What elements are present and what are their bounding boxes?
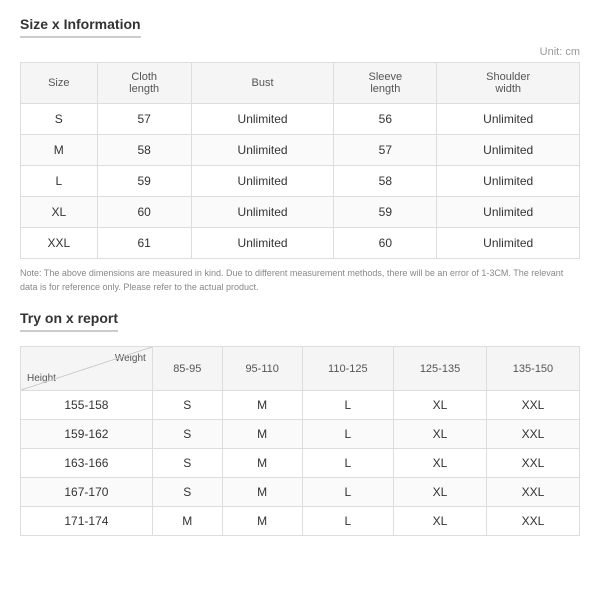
size-cell: L xyxy=(302,449,393,478)
height-cell: 163-166 xyxy=(21,449,153,478)
col-cloth-length: Clothlength xyxy=(97,63,191,104)
table-cell: M xyxy=(21,135,98,166)
table-cell: 61 xyxy=(97,228,191,259)
weight-col-5: 135-150 xyxy=(486,347,579,391)
table-cell: 58 xyxy=(97,135,191,166)
size-cell: XXL xyxy=(486,507,579,536)
corner-header: Weight Height xyxy=(21,347,153,391)
size-note: Note: The above dimensions are measured … xyxy=(20,267,580,294)
table-cell: L xyxy=(21,166,98,197)
table-cell: Unlimited xyxy=(437,228,580,259)
table-cell: 56 xyxy=(334,104,437,135)
main-container: Size x Information Unit: cm Size Clothle… xyxy=(0,0,600,558)
table-row: 163-166SMLXLXXL xyxy=(21,449,580,478)
table-cell: Unlimited xyxy=(437,104,580,135)
table-cell: XXL xyxy=(21,228,98,259)
size-cell: XXL xyxy=(486,449,579,478)
weight-col-1: 85-95 xyxy=(152,347,222,391)
size-cell: M xyxy=(152,507,222,536)
col-shoulder-width: Shoulderwidth xyxy=(437,63,580,104)
table-row: 159-162SMLXLXXL xyxy=(21,420,580,449)
size-cell: XXL xyxy=(486,420,579,449)
unit-label: Unit: cm xyxy=(20,46,580,58)
size-cell: XL xyxy=(394,449,487,478)
size-table: Size Clothlength Bust Sleevelength Shoul… xyxy=(20,62,580,259)
size-cell: M xyxy=(222,507,302,536)
size-cell: S xyxy=(152,391,222,420)
table-row: L59Unlimited58Unlimited xyxy=(21,166,580,197)
table-cell: 57 xyxy=(334,135,437,166)
size-cell: S xyxy=(152,420,222,449)
table-cell: S xyxy=(21,104,98,135)
size-cell: XL xyxy=(394,507,487,536)
table-row: S57Unlimited56Unlimited xyxy=(21,104,580,135)
weight-col-3: 110-125 xyxy=(302,347,393,391)
size-cell: M xyxy=(222,478,302,507)
height-cell: 167-170 xyxy=(21,478,153,507)
try-on-title: Try on x report xyxy=(20,310,118,332)
try-on-table: Weight Height 85-95 95-110 110-125 125-1… xyxy=(20,346,580,536)
table-cell: 60 xyxy=(97,197,191,228)
size-cell: S xyxy=(152,449,222,478)
height-label: Height xyxy=(27,373,56,384)
size-table-header-row: Size Clothlength Bust Sleevelength Shoul… xyxy=(21,63,580,104)
col-bust: Bust xyxy=(191,63,334,104)
table-cell: 57 xyxy=(97,104,191,135)
table-cell: Unlimited xyxy=(191,228,334,259)
size-cell: XL xyxy=(394,420,487,449)
height-cell: 171-174 xyxy=(21,507,153,536)
table-cell: Unlimited xyxy=(437,197,580,228)
size-cell: L xyxy=(302,478,393,507)
table-cell: 59 xyxy=(334,197,437,228)
size-cell: XL xyxy=(394,478,487,507)
table-cell: 58 xyxy=(334,166,437,197)
size-cell: M xyxy=(222,391,302,420)
weight-col-2: 95-110 xyxy=(222,347,302,391)
col-sleeve-length: Sleevelength xyxy=(334,63,437,104)
height-cell: 155-158 xyxy=(21,391,153,420)
size-cell: M xyxy=(222,449,302,478)
table-cell: Unlimited xyxy=(191,197,334,228)
table-row: XL60Unlimited59Unlimited xyxy=(21,197,580,228)
size-info-title: Size x Information xyxy=(20,16,141,38)
table-cell: Unlimited xyxy=(437,166,580,197)
height-cell: 159-162 xyxy=(21,420,153,449)
size-cell: M xyxy=(222,420,302,449)
col-size: Size xyxy=(21,63,98,104)
size-cell: L xyxy=(302,420,393,449)
try-on-section: Try on x report xyxy=(20,310,580,338)
weight-label: Weight xyxy=(115,353,146,364)
size-cell: XXL xyxy=(486,478,579,507)
table-cell: 59 xyxy=(97,166,191,197)
size-cell: L xyxy=(302,391,393,420)
size-cell: L xyxy=(302,507,393,536)
size-cell: XL xyxy=(394,391,487,420)
table-row: 155-158SMLXLXXL xyxy=(21,391,580,420)
table-row: M58Unlimited57Unlimited xyxy=(21,135,580,166)
table-cell: 60 xyxy=(334,228,437,259)
table-cell: Unlimited xyxy=(191,104,334,135)
table-cell: XL xyxy=(21,197,98,228)
table-row: 171-174MMLXLXXL xyxy=(21,507,580,536)
size-cell: S xyxy=(152,478,222,507)
try-on-header-row: Weight Height 85-95 95-110 110-125 125-1… xyxy=(21,347,580,391)
table-row: 167-170SMLXLXXL xyxy=(21,478,580,507)
weight-col-4: 125-135 xyxy=(394,347,487,391)
table-cell: Unlimited xyxy=(191,135,334,166)
table-row: XXL61Unlimited60Unlimited xyxy=(21,228,580,259)
size-cell: XXL xyxy=(486,391,579,420)
size-info-section: Size x Information xyxy=(20,16,580,44)
table-cell: Unlimited xyxy=(437,135,580,166)
table-cell: Unlimited xyxy=(191,166,334,197)
